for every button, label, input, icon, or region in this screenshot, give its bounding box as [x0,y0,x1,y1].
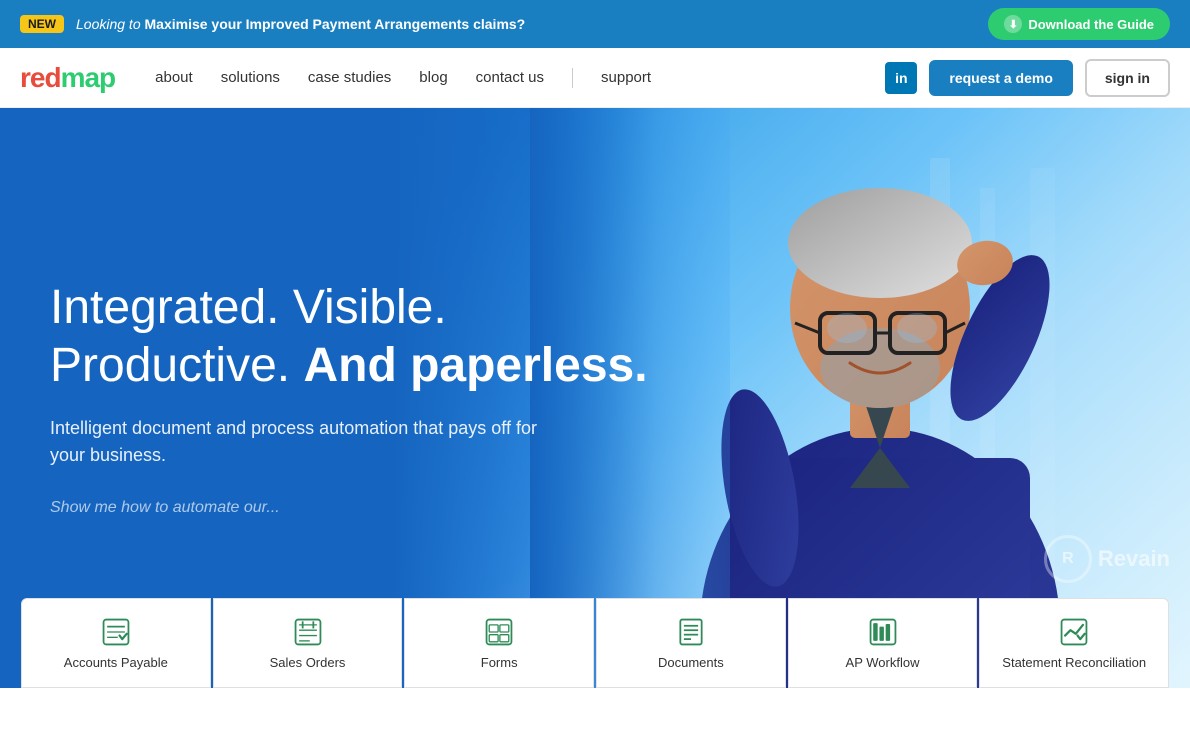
card-forms-label: Forms [481,655,518,670]
hero-headline: Integrated. Visible. Productive. And pap… [50,279,664,394]
nav-divider [572,68,573,88]
announcement-banner: NEW Looking to Maximise your Improved Pa… [0,0,1190,48]
sign-in-button[interactable]: sign in [1085,59,1170,97]
nav-about[interactable]: about [155,69,193,86]
hero-headline-bold: And paperless. [303,339,647,392]
hero-headline-line1: Integrated. Visible. [50,281,447,334]
card-ap-workflow-label: AP Workflow [846,655,920,670]
watermark-circle: R [1044,535,1092,583]
download-guide-label: Download the Guide [1028,17,1154,32]
nav-case-studies[interactable]: case studies [308,69,391,86]
card-sales-orders[interactable]: Sales Orders [213,598,403,688]
card-forms[interactable]: Forms [404,598,594,688]
download-guide-button[interactable]: ⬇ Download the Guide [988,8,1170,40]
card-accounts-payable[interactable]: Accounts Payable [21,598,211,688]
site-logo[interactable]: redmap [20,62,115,94]
banner-italic: Looking to [76,16,145,32]
card-statement-reconciliation[interactable]: Statement Reconciliation [979,598,1169,688]
logo-red-part: red [20,62,61,93]
download-icon: ⬇ [1004,15,1022,33]
card-sales-orders-label: Sales Orders [270,655,346,670]
card-accounts-payable-label: Accounts Payable [64,655,168,670]
hero-section: Integrated. Visible. Productive. And pap… [0,108,1190,688]
hero-headline-sub: Productive. [50,339,303,392]
statement-reconciliation-icon [1056,617,1092,647]
card-ap-workflow[interactable]: AP Workflow [788,598,978,688]
nav-blog[interactable]: blog [419,69,447,86]
watermark-brand: Revain [1098,548,1170,570]
nav-links: about solutions case studies blog contac… [155,68,885,88]
sales-orders-icon [290,617,326,647]
banner-message: Looking to Maximise your Improved Paymen… [76,16,976,32]
banner-bold: Maximise your Improved Payment Arrangeme… [145,16,526,32]
hero-cta-prompt: Show me how to automate our... [50,499,664,517]
nav-actions: in request a demo sign in [885,59,1170,97]
accounts-payable-icon [98,617,134,647]
forms-icon [481,617,517,647]
ap-workflow-icon [865,617,901,647]
service-cards-row: Accounts Payable Sales Orders [0,588,1190,688]
nav-support[interactable]: support [601,69,651,86]
new-badge: NEW [20,15,64,33]
hero-headline-line2: Productive. And paperless. [50,339,648,392]
documents-icon [673,617,709,647]
main-navbar: redmap about solutions case studies blog… [0,48,1190,108]
watermark-text-block: Revain [1098,548,1170,570]
nav-solutions[interactable]: solutions [221,69,280,86]
card-documents[interactable]: Documents [596,598,786,688]
card-documents-label: Documents [658,655,724,670]
card-statement-reconciliation-label: Statement Reconciliation [1002,655,1146,670]
request-demo-button[interactable]: request a demo [929,60,1072,96]
nav-contact[interactable]: contact us [476,69,544,86]
watermark-circle-text: R [1062,550,1074,568]
linkedin-icon[interactable]: in [885,62,917,94]
hero-subtext: Intelligent document and process automat… [50,415,550,469]
watermark: R Revain [1044,535,1170,583]
logo-green-part: map [61,62,116,93]
